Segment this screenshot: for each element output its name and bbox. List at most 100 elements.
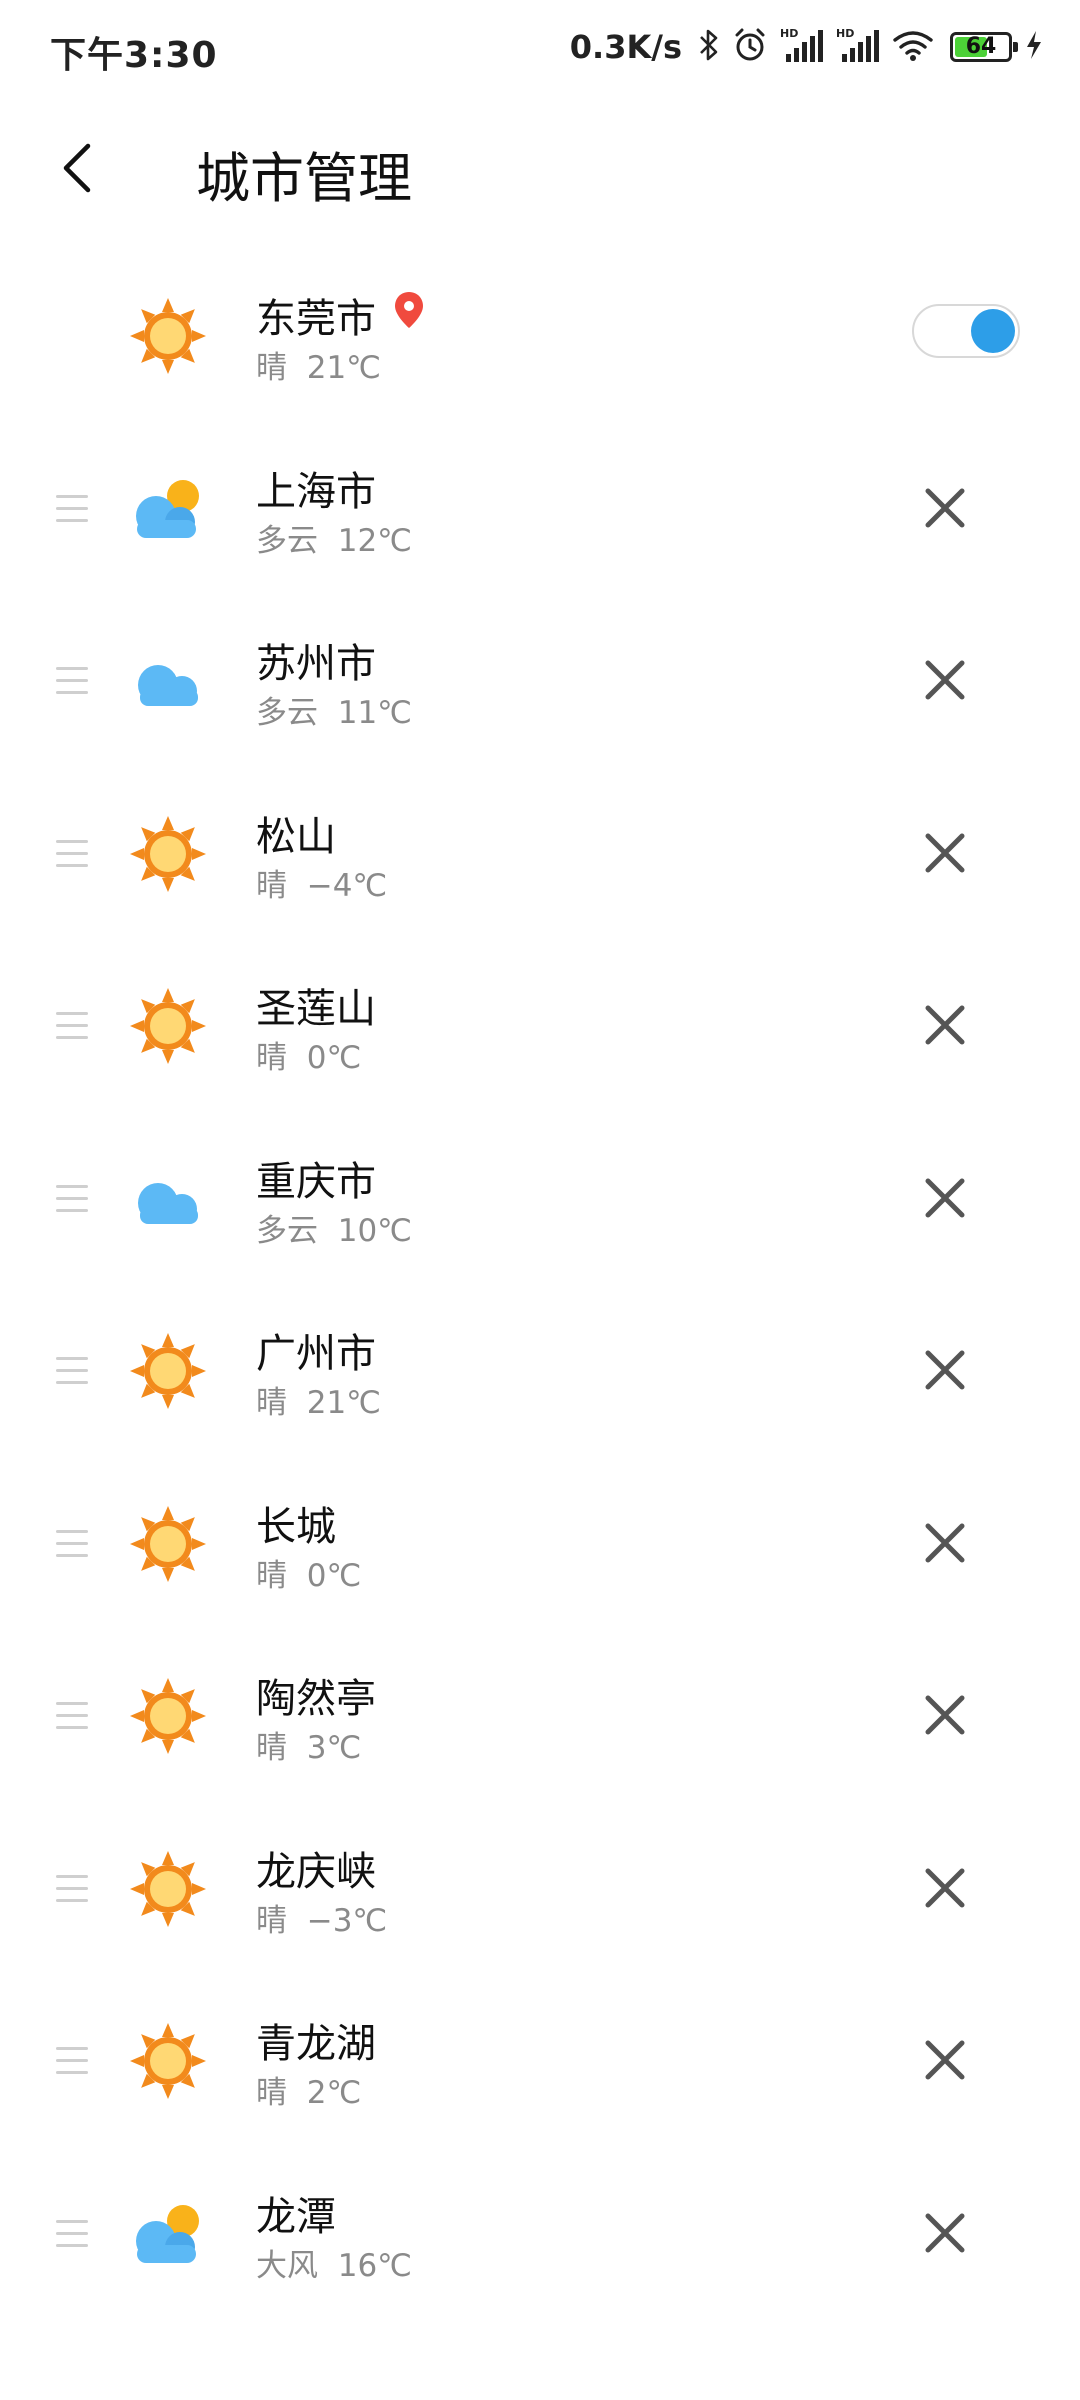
bluetooth-icon [698, 28, 720, 66]
sun-icon [128, 1504, 208, 1584]
city-name: 圣莲山 [256, 986, 376, 1032]
weather-condition: 晴 [256, 2075, 287, 2111]
weather-condition: 多云 [256, 695, 318, 731]
close-icon [923, 486, 967, 534]
weather-condition: 晴 [256, 867, 287, 904]
city-row[interactable]: 青龙湖晴 2℃ [0, 1975, 1080, 2149]
city-weather: 晴 21℃ [256, 342, 381, 387]
sun-icon [128, 296, 208, 376]
city-name: 青龙湖 [256, 2021, 376, 2067]
temperature: 21℃ [306, 350, 381, 386]
city-row[interactable]: 陶然亭晴 3℃ [0, 1630, 1080, 1804]
drag-handle-icon[interactable] [56, 1357, 88, 1385]
city-weather: 晴 0℃ [256, 1550, 361, 1595]
hd-signal-icon: HD [780, 26, 824, 68]
delete-button[interactable] [910, 1510, 980, 1580]
battery-percentage: 64 [965, 34, 997, 59]
temperature: 11℃ [337, 695, 412, 731]
delete-button[interactable] [910, 647, 980, 717]
city-row[interactable]: 上海市 多云 12℃ [0, 423, 1080, 597]
city-weather: 晴 21℃ [256, 1377, 381, 1422]
weather-condition: 晴 [256, 1557, 287, 1594]
city-name: 长城 [256, 1503, 336, 1550]
temperature: 0℃ [306, 1557, 362, 1594]
city-row[interactable]: 龙潭 大风 16℃ [0, 2148, 1080, 2322]
drag-handle-icon[interactable] [56, 667, 88, 695]
city-weather: 多云 11℃ [256, 687, 412, 732]
city-weather: 晴 −4℃ [256, 860, 387, 905]
drag-handle-icon[interactable] [56, 1012, 88, 1040]
delete-button[interactable] [910, 1682, 980, 1752]
city-row[interactable]: 苏州市 多云 11℃ [0, 595, 1080, 769]
temperature: 2℃ [306, 2075, 362, 2111]
delete-button[interactable] [910, 1855, 980, 1925]
delete-button[interactable] [910, 1165, 980, 1235]
city-row[interactable]: 松山晴 −4℃ [0, 768, 1080, 942]
location-pin-icon [392, 290, 426, 334]
svg-text:HD: HD [780, 27, 798, 40]
city-name: 东莞市 [256, 296, 376, 342]
delete-button[interactable] [910, 992, 980, 1062]
city-row[interactable]: 龙庆峡晴 −3℃ [0, 1803, 1080, 1977]
close-icon [923, 1866, 967, 1914]
close-icon [923, 1176, 967, 1224]
status-bar: 下午3:30 0.3K/s HD HD 64 [0, 0, 1080, 96]
sun-icon [128, 1849, 208, 1929]
header: 城市管理 [0, 110, 1080, 230]
city-name: 苏州市 [256, 641, 376, 687]
city-row[interactable]: 广州市晴 21℃ [0, 1285, 1080, 1459]
city-weather: 大风 16℃ [256, 2240, 412, 2285]
back-button[interactable] [40, 132, 116, 208]
city-name: 龙潭 [256, 2193, 336, 2240]
close-icon [923, 658, 967, 706]
wifi-icon [892, 28, 934, 66]
weather-condition: 多云 [256, 1212, 318, 1249]
temperature: 10℃ [337, 1212, 412, 1249]
temperature: 16℃ [337, 2247, 412, 2284]
drag-handle-icon[interactable] [56, 839, 88, 868]
close-icon [923, 1521, 967, 1569]
delete-button[interactable] [910, 820, 980, 890]
city-row[interactable]: 长城晴 0℃ [0, 1458, 1080, 1632]
weather-condition: 晴 [256, 350, 287, 386]
close-icon [923, 1348, 967, 1396]
city-row[interactable]: 圣莲山晴 0℃ [0, 940, 1080, 1114]
delete-button[interactable] [910, 2200, 980, 2270]
sun-icon [128, 2021, 208, 2101]
drag-handle-icon[interactable] [56, 2219, 88, 2248]
drag-handle-icon[interactable] [56, 1702, 88, 1730]
delete-button[interactable] [910, 1337, 980, 1407]
city-name: 陶然亭 [256, 1676, 376, 1722]
network-speed: 0.3K/s [569, 28, 682, 66]
drag-handle-icon[interactable] [56, 494, 88, 523]
city-weather: 多云 10℃ [256, 1205, 412, 1250]
weather-condition: 晴 [256, 1730, 287, 1766]
sun-icon [128, 986, 208, 1066]
city-weather: 多云 12℃ [256, 515, 412, 560]
weather-condition: 大风 [256, 2247, 318, 2284]
close-icon [923, 831, 967, 879]
weather-condition: 晴 [256, 1902, 287, 1939]
partly-cloudy-icon [128, 469, 208, 549]
drag-handle-icon[interactable] [56, 1529, 88, 1558]
drag-handle-icon[interactable] [56, 1184, 88, 1213]
drag-handle-icon[interactable] [56, 1874, 88, 1903]
weather-condition: 晴 [256, 1040, 287, 1076]
svg-text:HD: HD [836, 27, 854, 40]
temperature: 21℃ [306, 1385, 381, 1421]
alarm-icon [732, 27, 768, 67]
drag-handle-icon[interactable] [56, 2047, 88, 2075]
city-row[interactable]: 重庆市 多云 10℃ [0, 1113, 1080, 1287]
temperature: 0℃ [306, 1040, 362, 1076]
delete-button[interactable] [910, 475, 980, 545]
city-row[interactable]: 东莞市晴 21℃ [0, 250, 1080, 424]
city-name: 重庆市 [256, 1158, 376, 1205]
city-name: 松山 [256, 813, 336, 860]
temperature: −4℃ [306, 867, 388, 904]
temperature: −3℃ [306, 1902, 388, 1939]
location-toggle[interactable] [912, 304, 1020, 358]
close-icon [923, 2038, 967, 2086]
delete-button[interactable] [910, 2027, 980, 2097]
toggle-knob [971, 309, 1015, 353]
city-weather: 晴 3℃ [256, 1722, 361, 1767]
